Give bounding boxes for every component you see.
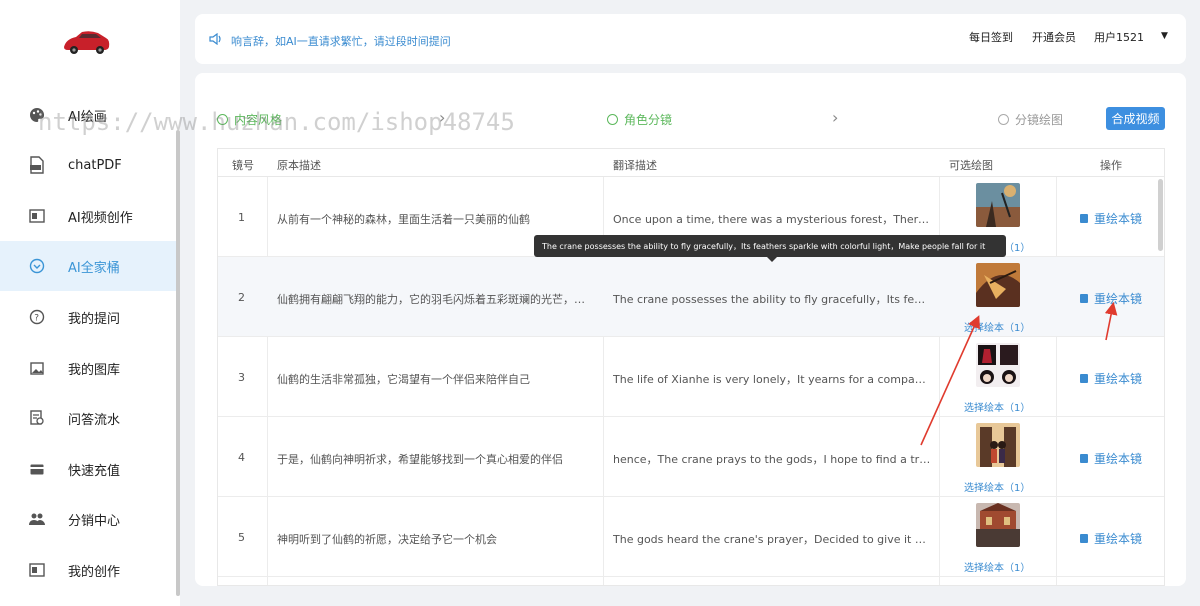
annotation-arrows	[920, 301, 1118, 446]
red-arrow-thumbnail	[920, 315, 980, 446]
watermark-text: https://www.huzhan.com/ishop48745	[38, 108, 515, 136]
red-arrow-redraw	[1104, 301, 1118, 341]
